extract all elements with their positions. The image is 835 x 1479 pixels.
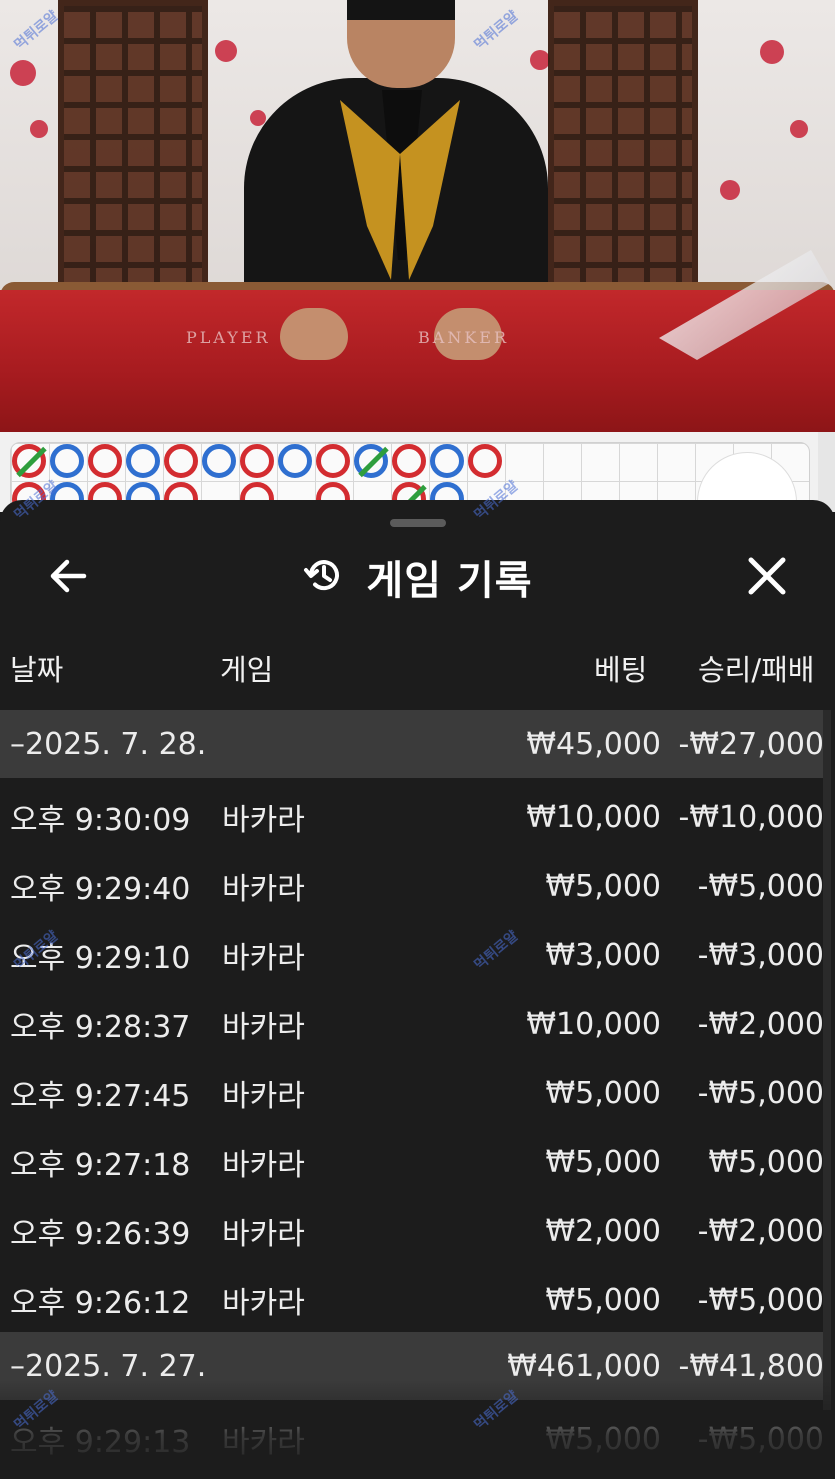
- row-bet: ₩5,000: [545, 1144, 661, 1180]
- row-bet: ₩3,000: [545, 937, 661, 973]
- roadmap-bead: [12, 444, 47, 478]
- history-icon: [302, 553, 346, 601]
- row-result: -₩2,000: [697, 1213, 824, 1249]
- close-button[interactable]: [737, 548, 797, 608]
- row-game: 바카라: [222, 872, 305, 907]
- history-row[interactable]: 오후 9:27:45 바카라 ₩5,000 -₩5,000: [0, 1059, 824, 1127]
- group-bet-total: ₩461,000: [507, 1348, 661, 1384]
- row-bet: ₩5,000: [545, 1421, 661, 1457]
- row-game: 바카라: [222, 1217, 305, 1252]
- history-row[interactable]: 오후 9:29:13 바카라 ₩5,000 -₩5,000: [0, 1405, 824, 1473]
- row-time: 오후 9:26:12: [10, 1286, 191, 1321]
- group-date: –2025. 7. 27.: [10, 1348, 207, 1384]
- history-row[interactable]: 오후 9:30:09 바카라 ₩10,000 -₩10,000: [0, 783, 824, 851]
- history-row[interactable]: 오후 9:26:12 바카라 ₩5,000 -₩5,000: [0, 1266, 824, 1334]
- row-result: -₩5,000: [697, 1421, 824, 1457]
- row-bet: ₩5,000: [545, 1075, 661, 1111]
- roadmap-bead: [164, 444, 198, 478]
- date-group-header[interactable]: –2025. 7. 27. ₩461,000 -₩41,800: [0, 1332, 824, 1400]
- roadmap-bead: [126, 444, 160, 478]
- row-game: 바카라: [222, 1010, 305, 1045]
- sheet-drag-handle[interactable]: [390, 519, 446, 527]
- arrow-left-icon: [48, 556, 88, 600]
- history-row[interactable]: 오후 9:29:10 바카라 ₩3,000 -₩3,000: [0, 921, 824, 989]
- row-bet: ₩5,000: [545, 1282, 661, 1318]
- row-game: 바카라: [222, 1286, 305, 1321]
- date-group-header[interactable]: –2025. 7. 28. ₩45,000 -₩27,000: [0, 710, 824, 778]
- row-result: -₩5,000: [697, 1075, 824, 1111]
- group-result-total: -₩27,000: [678, 726, 824, 762]
- roadmap-bead: [50, 444, 84, 478]
- history-row[interactable]: 오후 9:26:39 바카라 ₩2,000 -₩2,000: [0, 1197, 824, 1265]
- close-icon: [747, 556, 787, 600]
- row-game: 바카라: [222, 1148, 305, 1183]
- roadmap-bead: [392, 444, 426, 478]
- row-time: 오후 9:27:45: [10, 1079, 191, 1114]
- row-time: 오후 9:28:37: [10, 1010, 191, 1045]
- row-bet: ₩5,000: [545, 868, 661, 904]
- row-result: ₩5,000: [708, 1144, 824, 1180]
- player-label: PLAYER: [186, 328, 271, 347]
- sheet-header: 게임 기록: [0, 540, 835, 614]
- history-row[interactable]: 오후 9:29:40 바카라 ₩5,000 -₩5,000: [0, 852, 824, 920]
- live-dealer-video: PLAYER BANKER: [0, 0, 835, 432]
- game-history-sheet: 게임 기록 날짜 게임 베팅 승리/패배 –2025. 7. 28. ₩45,00…: [0, 500, 835, 1479]
- row-time: 오후 9:27:18: [10, 1148, 191, 1183]
- row-result: -₩3,000: [697, 937, 824, 973]
- row-result: -₩2,000: [697, 1006, 824, 1042]
- back-button[interactable]: [38, 548, 98, 608]
- row-result: -₩10,000: [678, 799, 824, 835]
- group-date: –2025. 7. 28.: [10, 726, 207, 762]
- row-time: 오후 9:29:40: [10, 872, 191, 907]
- roadmap-bead: [202, 444, 236, 478]
- row-game: 바카라: [222, 941, 305, 976]
- roadmap-bead: [240, 444, 274, 478]
- roadmap-bead: [88, 444, 122, 478]
- history-row[interactable]: 오후 9:27:18 바카라 ₩5,000 ₩5,000: [0, 1128, 824, 1196]
- roadmap-bead: [316, 444, 350, 478]
- column-header-result: 승리/패배: [698, 653, 815, 687]
- row-time: 오후 9:26:39: [10, 1217, 191, 1252]
- row-game: 바카라: [222, 803, 305, 838]
- row-game: 바카라: [222, 1425, 305, 1460]
- roadmap-bead: [354, 444, 389, 478]
- group-result-total: -₩41,800: [678, 1348, 824, 1384]
- row-result: -₩5,000: [697, 868, 824, 904]
- row-bet: ₩10,000: [526, 799, 661, 835]
- row-bet: ₩2,000: [545, 1213, 661, 1249]
- column-header-bet: 베팅: [594, 653, 648, 687]
- roadmap-bead: [278, 444, 312, 478]
- roadmap-bead: [468, 444, 502, 478]
- row-game: 바카라: [222, 1079, 305, 1114]
- banker-label: BANKER: [418, 328, 509, 347]
- group-bet-total: ₩45,000: [526, 726, 661, 762]
- row-result: -₩5,000: [697, 1282, 824, 1318]
- row-bet: ₩10,000: [526, 1006, 661, 1042]
- sheet-title: 게임 기록: [366, 558, 533, 604]
- history-row[interactable]: 오후 9:28:37 바카라 ₩10,000 -₩2,000: [0, 990, 824, 1058]
- column-header-date: 날짜: [10, 653, 64, 687]
- row-time: 오후 9:30:09: [10, 803, 191, 838]
- roadmap-bead: [430, 444, 464, 478]
- scrollbar[interactable]: [823, 710, 831, 1410]
- column-header-game: 게임: [220, 653, 274, 687]
